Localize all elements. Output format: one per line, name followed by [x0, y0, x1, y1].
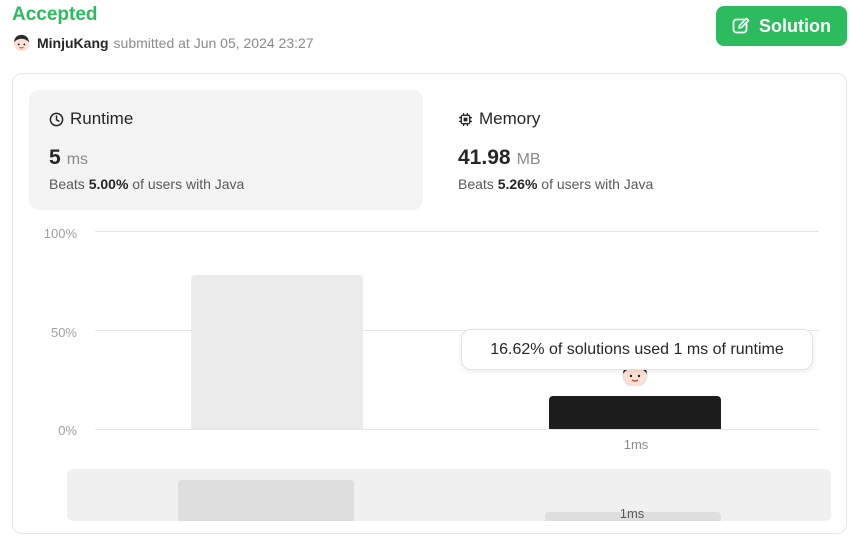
edit-icon: [732, 17, 750, 34]
y-tick-0: 0%: [58, 423, 77, 438]
chip-icon: [458, 112, 473, 126]
submitted-time: submitted at Jun 05, 2024 23:27: [113, 34, 314, 51]
submission-meta: MinjuKang submitted at Jun 05, 2024 23:2…: [12, 33, 314, 52]
solution-button[interactable]: Solution: [716, 6, 847, 46]
runtime-card[interactable]: Runtime 5 ms Beats 5.00% of users with J…: [29, 90, 423, 210]
memory-beats: Beats 5.26% of users with Java: [458, 176, 654, 192]
solution-button-label: Solution: [759, 15, 831, 36]
memory-card[interactable]: Memory 41.98 MB Beats 5.26% of users wit…: [438, 90, 832, 210]
overview-bar-other: [178, 480, 354, 521]
runtime-title: Runtime: [70, 109, 134, 128]
y-tick-100: 100%: [43, 226, 77, 241]
runtime-bar-other[interactable]: [191, 274, 363, 429]
memory-unit: MB: [516, 151, 541, 168]
overview-label-1ms: 1ms: [619, 506, 645, 521]
user-avatar-icon[interactable]: [12, 33, 31, 52]
gridline-0: [95, 429, 819, 430]
runtime-unit: ms: [66, 151, 89, 168]
runtime-value: 5: [49, 146, 61, 169]
bar-tooltip: 16.62% of solutions used 1 ms of runtime: [461, 329, 813, 370]
clock-icon: [49, 112, 64, 126]
status-text: Accepted: [12, 4, 98, 25]
gridline-100: [95, 231, 819, 232]
runtime-bar-user[interactable]: [549, 396, 721, 429]
runtime-beats: Beats 5.00% of users with Java: [49, 176, 245, 192]
memory-beats-pct: 5.26%: [497, 176, 538, 192]
result-panel: Runtime 5 ms Beats 5.00% of users with J…: [12, 73, 847, 534]
x-tick-1ms: 1ms: [623, 437, 649, 452]
y-tick-50: 50%: [50, 325, 77, 340]
runtime-beats-pct: 5.00%: [88, 176, 129, 192]
memory-title: Memory: [479, 109, 541, 128]
memory-value: 41.98: [458, 146, 511, 169]
username-link[interactable]: MinjuKang: [37, 35, 109, 51]
chart-overview-brush[interactable]: 1ms: [67, 469, 831, 521]
